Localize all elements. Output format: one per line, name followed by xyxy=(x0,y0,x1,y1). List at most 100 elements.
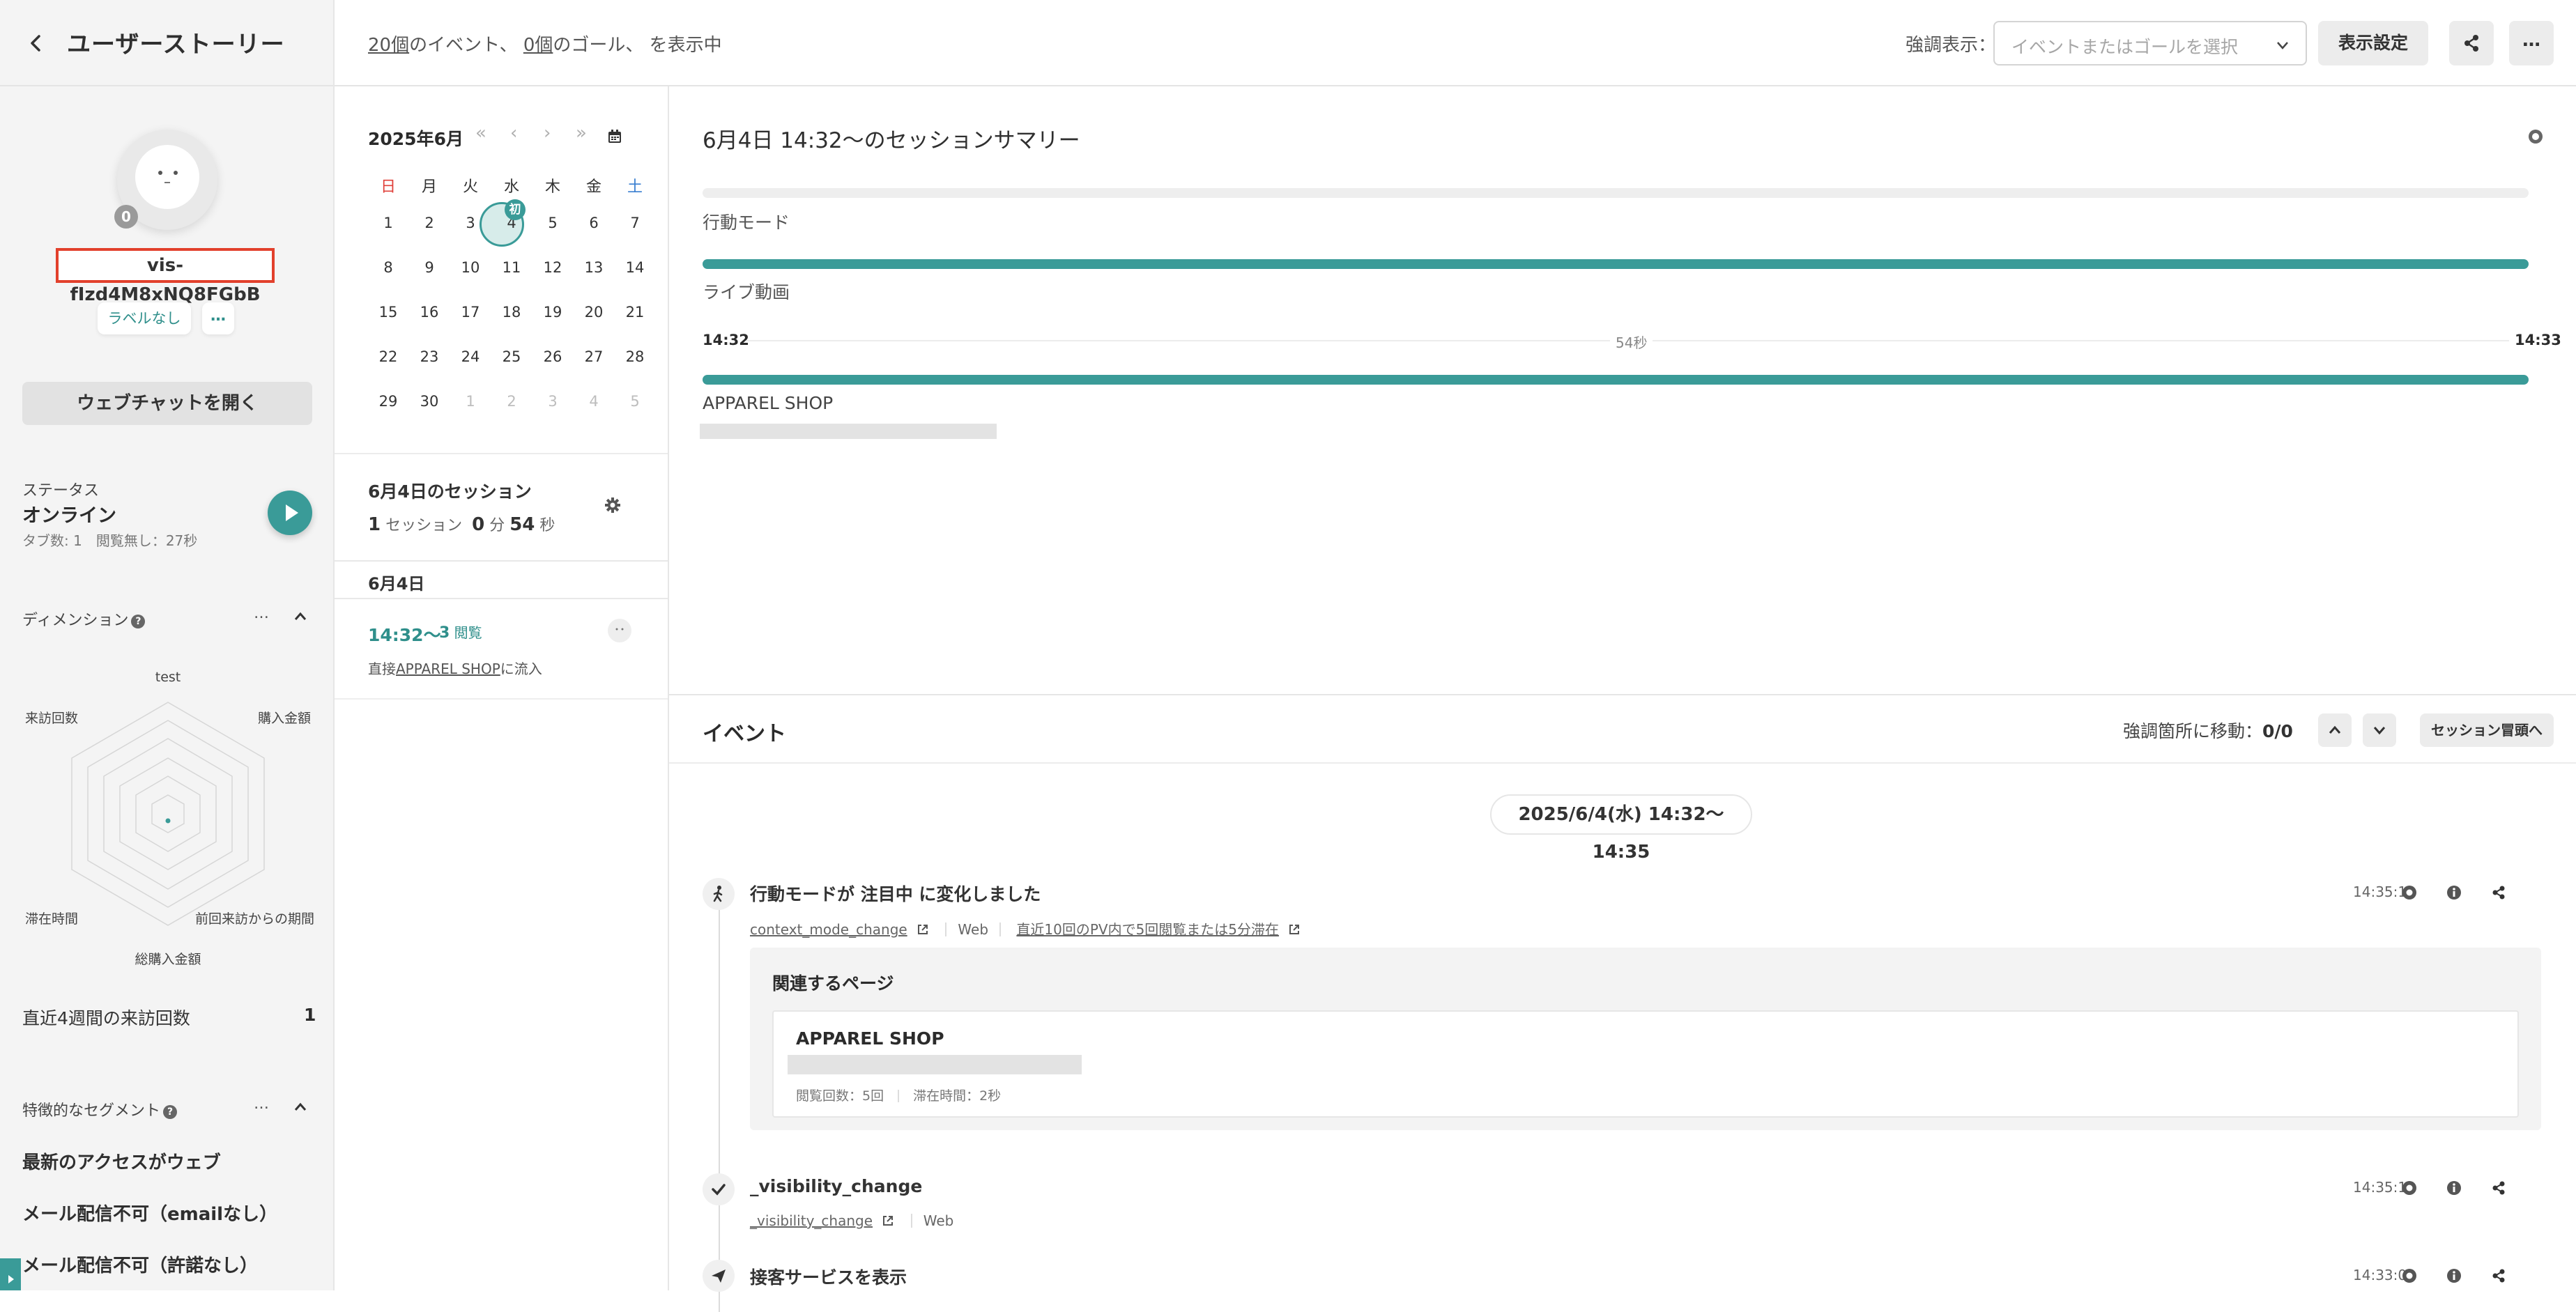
related-page-card[interactable]: APPAREL SHOP 閲覧回数：5回 滞在時間：2秒 xyxy=(772,1010,2519,1118)
session-list-item[interactable]: 14:32〜 3 閲覧 直接APPAREL SHOPに流入 xyxy=(335,601,668,700)
display-settings-button[interactable]: 表示設定 xyxy=(2318,21,2428,65)
info-icon[interactable] xyxy=(2444,882,2464,903)
visits-4weeks-value: 1 xyxy=(304,1005,316,1025)
gear-icon[interactable] xyxy=(604,496,622,514)
calendar-day[interactable]: 5 xyxy=(532,215,573,231)
calendar-day[interactable]: 29 xyxy=(368,393,408,410)
external-link-icon[interactable] xyxy=(881,1214,895,1228)
calendar-day[interactable]: 26 xyxy=(532,348,573,365)
calendar-day[interactable]: 25 xyxy=(491,348,532,365)
segment-collapse-button[interactable] xyxy=(293,1099,308,1115)
chevron-down-icon xyxy=(2277,42,2288,49)
help-icon[interactable]: ? xyxy=(163,1105,178,1119)
calendar-day[interactable]: 5 xyxy=(615,393,655,410)
avatar-badge: 0 xyxy=(114,205,138,229)
calendar-day[interactable]: 3 xyxy=(532,393,573,410)
event-condition-link[interactable]: 直近10回のPV内で5回閲覧または5分滞在 xyxy=(1016,921,1279,938)
calendar-day[interactable]: 15 xyxy=(368,304,408,321)
visits-4weeks-label: 直近4週間の来訪回数 xyxy=(22,1008,190,1028)
session-seconds: 54 xyxy=(509,514,535,535)
calendar-day[interactable]: 7 xyxy=(615,215,655,231)
calendar-day[interactable]: 4 xyxy=(574,393,614,410)
calendar-day[interactable]: 20 xyxy=(574,304,614,321)
events-count-link[interactable]: 20個 xyxy=(368,35,409,56)
session-entry-page-link[interactable]: APPAREL SHOP xyxy=(396,661,500,677)
calendar-day[interactable]: 21 xyxy=(615,304,655,321)
jump-value: 0/0 xyxy=(2262,721,2293,741)
sessions-title: 6月4日のセッション xyxy=(368,481,532,502)
calendar-day[interactable]: 23 xyxy=(409,348,450,365)
label-more-button[interactable]: … xyxy=(202,302,234,334)
calendar-day[interactable]: 18 xyxy=(491,304,532,321)
prev-month-button[interactable]: ‹ xyxy=(510,123,517,144)
calendar-day[interactable]: 3 xyxy=(450,215,491,231)
event-type-link[interactable]: _visibility_change xyxy=(750,1212,873,1229)
calendar-day[interactable]: 10 xyxy=(450,259,491,276)
next-month-button[interactable]: › xyxy=(544,123,551,144)
share-icon[interactable] xyxy=(2488,1265,2509,1286)
calendar-day[interactable]: 2 xyxy=(409,215,450,231)
share-icon[interactable] xyxy=(2488,882,2509,903)
open-webchat-button[interactable]: ウェブチャットを開く xyxy=(22,382,312,425)
calendar-day[interactable]: 27 xyxy=(574,348,614,365)
status-value: オンライン xyxy=(22,505,116,527)
next-highlight-button[interactable] xyxy=(2363,713,2396,747)
calendar-day[interactable]: 19 xyxy=(532,304,573,321)
event-type-link[interactable]: context_mode_change xyxy=(750,921,907,938)
calendar-day[interactable]: 11 xyxy=(491,259,532,276)
info-icon[interactable] xyxy=(2444,1178,2464,1198)
calendar-day[interactable]: 17 xyxy=(450,304,491,321)
help-icon[interactable]: ? xyxy=(131,615,146,628)
events-title: イベント xyxy=(703,722,786,746)
calendar-day[interactable]: 24 xyxy=(450,348,491,365)
live-video-label: ライブ動画 xyxy=(703,282,790,302)
calendar-column: 2025年6月 « ‹ › » 6月4日のセッション 1 セッション 0 分 5… xyxy=(335,86,669,1290)
calendar-day[interactable]: 30 xyxy=(409,393,450,410)
display-summary: 20個のイベント、 0個のゴール、 を表示中 xyxy=(368,31,722,56)
calendar-day[interactable]: 9 xyxy=(409,259,450,276)
play-button[interactable] xyxy=(268,491,312,535)
highlight-select[interactable]: イベントまたはゴールを選択 xyxy=(1993,21,2307,65)
share-icon xyxy=(2464,35,2478,52)
calendar-icon[interactable] xyxy=(606,128,623,145)
chevron-up-icon xyxy=(294,1102,307,1111)
calendar-day[interactable]: 12 xyxy=(532,259,573,276)
calendar-day[interactable]: 1 xyxy=(450,393,491,410)
external-link-icon[interactable] xyxy=(916,923,930,936)
calendar-day[interactable]: 22 xyxy=(368,348,408,365)
record-icon[interactable] xyxy=(2399,882,2420,903)
prev-highlight-button[interactable] xyxy=(2318,713,2352,747)
share-button[interactable] xyxy=(2449,21,2494,65)
info-icon[interactable] xyxy=(2444,1265,2464,1286)
more-button[interactable]: … xyxy=(2509,21,2554,65)
dimension-more-button[interactable]: … xyxy=(254,605,269,622)
segment-more-button[interactable]: … xyxy=(254,1095,269,1113)
back-button[interactable] xyxy=(24,31,49,56)
calendar-day[interactable]: 8 xyxy=(368,259,408,276)
calendar-day[interactable]: 13 xyxy=(574,259,614,276)
record-icon[interactable] xyxy=(2527,128,2544,145)
external-link-icon[interactable] xyxy=(1287,923,1301,936)
goals-count-link[interactable]: 0個 xyxy=(523,35,553,56)
session-top-button[interactable]: セッション冒頭へ xyxy=(2420,713,2554,747)
share-icon[interactable] xyxy=(2488,1178,2509,1198)
sidebar-header: ユーザーストーリー xyxy=(0,0,333,86)
record-icon[interactable] xyxy=(2399,1178,2420,1198)
calendar-day[interactable]: 16 xyxy=(409,304,450,321)
weekday-label: 金 xyxy=(585,178,601,196)
related-page-views: 閲覧回数：5回 xyxy=(796,1088,884,1104)
calendar-day[interactable]: 1 xyxy=(368,215,408,231)
prev-year-button[interactable]: « xyxy=(475,123,486,144)
dimension-collapse-button[interactable] xyxy=(293,609,308,624)
calendar-day[interactable]: 2 xyxy=(491,393,532,410)
page-view-track[interactable] xyxy=(703,375,2529,385)
calendar-day[interactable]: 6 xyxy=(574,215,614,231)
calendar-day[interactable]: 14 xyxy=(615,259,655,276)
event-meta: context_mode_change Web 直近10回のPV内で5回閲覧また… xyxy=(750,918,1301,939)
sidebar-expand-tab[interactable] xyxy=(0,1258,21,1290)
label-button[interactable]: ラベルなし xyxy=(98,302,191,334)
record-icon[interactable] xyxy=(2399,1265,2420,1286)
radar-value-point xyxy=(165,818,171,824)
next-year-button[interactable]: » xyxy=(576,123,587,144)
calendar-day[interactable]: 28 xyxy=(615,348,655,365)
